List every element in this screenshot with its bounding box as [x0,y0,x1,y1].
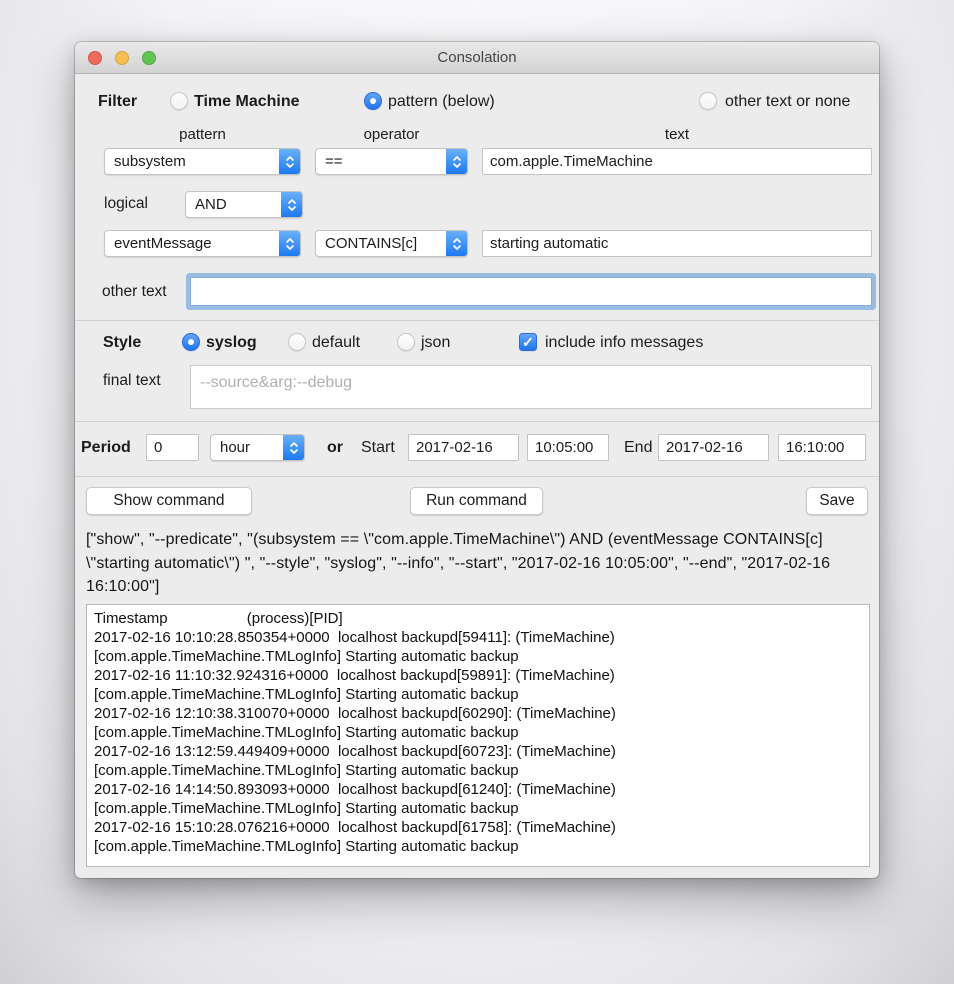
filter-pattern-label[interactable]: pattern (below) [388,93,495,111]
operator-column-label: operator [315,126,468,143]
close-button[interactable] [88,51,102,65]
other-text-label: other text [102,283,167,301]
logical-select-value: AND [195,196,227,213]
or-label: or [327,439,343,457]
text-field-2[interactable] [482,230,872,257]
zoom-button[interactable] [142,51,156,65]
start-time-field[interactable] [527,434,609,461]
style-label: Style [103,334,141,352]
title-bar[interactable]: Consolation [75,42,879,74]
end-label: End [624,439,652,457]
include-info-label[interactable]: include info messages [545,334,703,352]
log-line: 2017-02-16 12:10:38.310070+0000 localhos… [94,704,862,723]
text-column-label: text [482,126,872,143]
logical-label: logical [104,195,148,213]
log-line: [com.apple.TimeMachine.TMLogInfo] Starti… [94,837,862,856]
end-date-field[interactable] [658,434,769,461]
pattern-select-2[interactable]: eventMessage [104,230,301,257]
log-line: 2017-02-16 10:10:28.850354+0000 localhos… [94,628,862,647]
operator-select-1[interactable]: == [315,148,468,175]
popup-chevrons-icon [283,434,305,461]
log-line: [com.apple.TimeMachine.TMLogInfo] Starti… [94,723,862,742]
filter-label: Filter [98,93,137,111]
log-line: [com.apple.TimeMachine.TMLogInfo] Starti… [94,685,862,704]
pattern-select-2-value: eventMessage [114,235,212,252]
start-date-field[interactable] [408,434,519,461]
log-output-view[interactable]: Timestamp (process)[PID] 2017-02-16 10:1… [86,604,870,867]
save-button[interactable]: Save [806,487,868,515]
period-value-field[interactable] [146,434,199,461]
log-line: [com.apple.TimeMachine.TMLogInfo] Starti… [94,647,862,666]
window-title: Consolation [75,42,879,74]
log-line: 2017-02-16 15:10:28.076216+0000 localhos… [94,818,862,837]
popup-chevrons-icon [446,230,468,257]
period-unit-select[interactable]: hour [210,434,305,461]
checkmark-icon: ✓ [522,334,534,351]
start-label: Start [361,439,395,457]
popup-chevrons-icon [279,148,301,175]
end-time-field[interactable] [778,434,866,461]
log-line: 2017-02-16 13:12:59.449409+0000 localhos… [94,742,862,761]
operator-select-2[interactable]: CONTAINS[c] [315,230,468,257]
log-line: 2017-02-16 14:14:50.893093+0000 localhos… [94,780,862,799]
final-text-input[interactable] [190,365,872,409]
style-syslog-label[interactable]: syslog [206,334,257,352]
log-line: [com.apple.TimeMachine.TMLogInfo] Starti… [94,761,862,780]
logical-select[interactable]: AND [185,191,303,218]
popup-chevrons-icon [281,191,303,218]
minimize-button[interactable] [115,51,129,65]
operator-select-2-value: CONTAINS[c] [325,235,417,252]
style-default-label[interactable]: default [312,334,360,352]
log-line: [com.apple.TimeMachine.TMLogInfo] Starti… [94,799,862,818]
filter-other-text-label[interactable]: other text or none [725,93,850,111]
log-line: 2017-02-16 11:10:32.924316+0000 localhos… [94,666,862,685]
period-label: Period [81,439,131,457]
style-json-radio[interactable] [397,333,415,351]
popup-chevrons-icon [446,148,468,175]
style-default-radio[interactable] [288,333,306,351]
separator [75,421,879,422]
other-text-input[interactable] [190,277,872,306]
operator-select-1-value: == [325,153,343,170]
separator [75,476,879,477]
run-command-button[interactable]: Run command [410,487,543,515]
filter-time-machine-radio[interactable] [170,92,188,110]
command-output-text: ["show", "--predicate", "(subsystem == \… [86,528,872,599]
show-command-button[interactable]: Show command [86,487,252,515]
final-text-label: final text [103,372,161,390]
popup-chevrons-icon [279,230,301,257]
pattern-select-1-value: subsystem [114,153,186,170]
app-window: Consolation Filter Time Machine pattern … [75,42,879,878]
style-syslog-radio[interactable] [182,333,200,351]
filter-other-text-radio[interactable] [699,92,717,110]
pattern-column-label: pattern [104,126,301,143]
pattern-select-1[interactable]: subsystem [104,148,301,175]
text-field-1[interactable] [482,148,872,175]
style-json-label[interactable]: json [421,334,450,352]
separator [75,320,879,321]
filter-time-machine-label[interactable]: Time Machine [194,93,300,111]
filter-pattern-radio[interactable] [364,92,382,110]
log-header-line: Timestamp (process)[PID] [94,609,862,628]
period-unit-value: hour [220,439,250,456]
include-info-checkbox[interactable]: ✓ [519,333,537,351]
